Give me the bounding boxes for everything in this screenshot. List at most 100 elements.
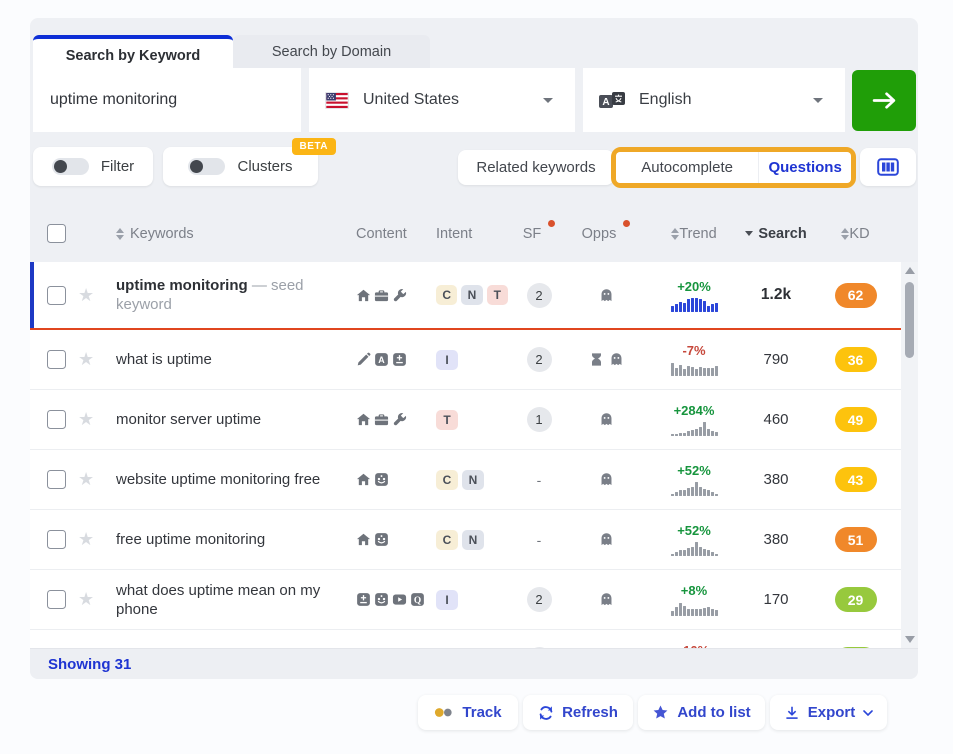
export-button[interactable]: Export — [770, 695, 887, 730]
trend-percent: -7% — [682, 343, 705, 358]
favorite-star-icon[interactable]: ★ — [78, 469, 94, 490]
column-header-search[interactable]: Search — [742, 205, 810, 262]
table-row: ★monitor server uptimeT1+284%46049 — [30, 390, 901, 450]
intent-badge-c: C — [436, 530, 458, 550]
row-checkbox[interactable] — [47, 286, 66, 305]
autocomplete-label: Autocomplete — [641, 159, 733, 176]
trend-cell: +52% — [646, 510, 742, 569]
intent-badge-n: N — [462, 470, 484, 490]
clusters-toggle-button[interactable]: Clusters BETA — [163, 147, 318, 186]
row-checkbox[interactable] — [47, 470, 66, 489]
trend-bars — [671, 361, 718, 376]
questions-button[interactable]: Questions — [759, 152, 851, 183]
favorite-star-icon[interactable]: ★ — [78, 349, 94, 370]
select-all-checkbox[interactable] — [47, 224, 66, 243]
refresh-button[interactable]: Refresh — [523, 695, 633, 730]
column-label: Intent — [436, 226, 472, 242]
clusters-toggle-switch[interactable] — [188, 158, 225, 175]
scroll-up-arrow-icon[interactable] — [905, 267, 915, 274]
serp-features-cell: 2 — [512, 570, 566, 629]
keyword-input[interactable] — [48, 90, 282, 110]
favorite-star-icon[interactable]: ★ — [78, 589, 94, 610]
filter-toggle-button[interactable]: Filter — [33, 147, 153, 186]
intent-cell: CNT — [424, 262, 512, 328]
sf-count: 2 — [527, 347, 552, 372]
reddit-icon — [374, 472, 389, 487]
search-volume-value: 170 — [763, 591, 788, 608]
toggle-knob — [54, 160, 67, 173]
kd-cell — [810, 630, 901, 648]
keyword-cell[interactable]: what is uptime monitoring — [108, 630, 346, 648]
keyword-text: what is uptime — [116, 350, 226, 369]
beta-badge: BETA — [292, 138, 336, 155]
search-submit-button[interactable] — [852, 70, 916, 131]
pencil-icon — [356, 352, 371, 367]
reddit-icon — [374, 532, 389, 547]
tab-search-by-domain[interactable]: Search by Domain — [233, 35, 430, 68]
related-keywords-button[interactable]: Related keywords — [458, 150, 614, 185]
intent-badge-n: N — [461, 285, 482, 305]
hourglass-icon — [589, 352, 604, 367]
row-star-cell: ★ — [74, 630, 108, 648]
export-label: Export — [808, 704, 856, 721]
keyword-cell[interactable]: monitor server uptime — [108, 390, 346, 449]
kd-badge: 51 — [835, 527, 877, 552]
sort-icon[interactable] — [841, 228, 849, 240]
table-row: ★website uptime monitoring freeCN-+52%38… — [30, 450, 901, 510]
trend-cell: +52% — [646, 450, 742, 509]
keyword-cell[interactable]: free uptime monitoring — [108, 510, 346, 569]
row-checkbox[interactable] — [47, 590, 66, 609]
sf-count: 2 — [527, 587, 552, 612]
row-checkbox[interactable] — [47, 410, 66, 429]
row-star-cell: ★ — [74, 330, 108, 389]
track-icon — [434, 707, 454, 718]
table-row: ★free uptime monitoringCN-+52%38051 — [30, 510, 901, 570]
sort-icon[interactable] — [116, 228, 124, 240]
trend-percent: +52% — [677, 523, 711, 538]
tab-search-by-keyword[interactable]: Search by Keyword — [33, 35, 233, 72]
home-icon — [356, 412, 371, 427]
keyword-cell[interactable]: website uptime monitoring free — [108, 450, 346, 509]
row-checkbox-cell — [38, 330, 74, 389]
content-cell: A — [346, 330, 424, 389]
intent-cell: CI — [424, 630, 512, 648]
refresh-label: Refresh — [562, 704, 618, 721]
column-header-trend[interactable]: Trend — [646, 205, 742, 262]
autocomplete-button[interactable]: Autocomplete — [616, 152, 759, 183]
scroll-down-arrow-icon[interactable] — [905, 636, 915, 643]
keyword-main: uptime monitoring — [116, 277, 248, 294]
country-select[interactable]: United States — [309, 68, 575, 132]
manage-columns-button[interactable] — [860, 148, 916, 186]
intent-cell: CN — [424, 510, 512, 569]
keyword-cell[interactable]: what is uptime — [108, 330, 346, 389]
ghost-icon — [599, 532, 614, 547]
sf-count: 1 — [527, 407, 552, 432]
column-header-kd[interactable]: KD — [810, 205, 901, 262]
keyword-cell[interactable]: uptime monitoring — seed keyword — [108, 262, 346, 328]
track-button[interactable]: Track — [418, 695, 518, 730]
favorite-star-icon[interactable]: ★ — [78, 409, 94, 430]
table-scrollbar[interactable] — [901, 262, 918, 648]
column-header-keywords[interactable]: Keywords — [108, 205, 346, 262]
keyword-main: monitor server uptime — [116, 411, 261, 428]
row-checkbox[interactable] — [47, 530, 66, 549]
content-cell: A — [346, 630, 424, 648]
language-select[interactable]: A English — [583, 68, 845, 132]
filter-toggle-switch[interactable] — [52, 158, 89, 175]
favorite-star-icon[interactable]: ★ — [78, 285, 94, 306]
scrollbar-thumb[interactable] — [905, 282, 914, 358]
sort-asc-arrow-icon — [116, 228, 124, 233]
add-to-list-button[interactable]: Add to list — [638, 695, 765, 730]
search-volume-value: 1.2k — [761, 286, 791, 304]
kd-cell: 51 — [810, 510, 901, 569]
keyword-cell[interactable]: what does uptime mean on my phone — [108, 570, 346, 629]
row-checkbox[interactable] — [47, 350, 66, 369]
related-keywords-label: Related keywords — [476, 159, 595, 176]
opportunities-cell — [566, 570, 646, 629]
chevron-down-icon — [863, 710, 873, 716]
trend-bars — [671, 421, 718, 436]
wrench-icon — [392, 412, 407, 427]
sort-icon[interactable] — [671, 228, 679, 240]
sort-active-desc-icon — [745, 231, 753, 236]
favorite-star-icon[interactable]: ★ — [78, 529, 94, 550]
